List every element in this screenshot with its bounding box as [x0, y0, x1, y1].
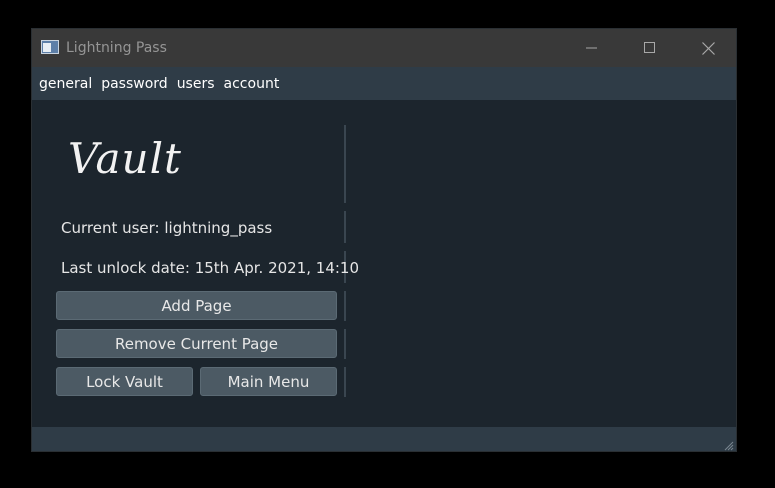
minimize-button[interactable] — [563, 29, 621, 67]
close-icon — [701, 41, 715, 55]
menu-item-users[interactable]: users — [177, 74, 215, 94]
menu-item-password[interactable]: password — [101, 74, 167, 94]
current-user-label: Current user: lightning_pass — [61, 219, 273, 237]
resize-grip-icon[interactable] — [722, 439, 734, 451]
app-window: Lightning Pass general password users ac… — [31, 28, 737, 452]
divider — [344, 329, 346, 359]
menu-item-general[interactable]: general — [39, 74, 92, 94]
divider — [344, 211, 346, 243]
menu-item-account[interactable]: account — [224, 74, 280, 94]
window-title: Lightning Pass — [66, 40, 167, 56]
lock-vault-button[interactable]: Lock Vault — [56, 367, 193, 396]
minimize-icon — [586, 47, 597, 49]
status-bar — [32, 427, 736, 451]
divider — [344, 367, 346, 397]
menu-bar: general password users account — [32, 67, 736, 100]
divider — [344, 125, 346, 203]
vault-heading: Vault — [68, 134, 182, 183]
last-unlock-label: Last unlock date: 15th Apr. 2021, 14:10 — [61, 259, 360, 277]
app-window-icon — [41, 40, 59, 54]
close-button[interactable] — [679, 29, 736, 67]
maximize-icon — [644, 42, 655, 53]
main-menu-button[interactable]: Main Menu — [200, 367, 337, 396]
title-bar[interactable]: Lightning Pass — [32, 29, 736, 67]
maximize-button[interactable] — [621, 29, 679, 67]
remove-page-button[interactable]: Remove Current Page — [56, 329, 337, 358]
add-page-button[interactable]: Add Page — [56, 291, 337, 320]
divider — [344, 291, 346, 321]
